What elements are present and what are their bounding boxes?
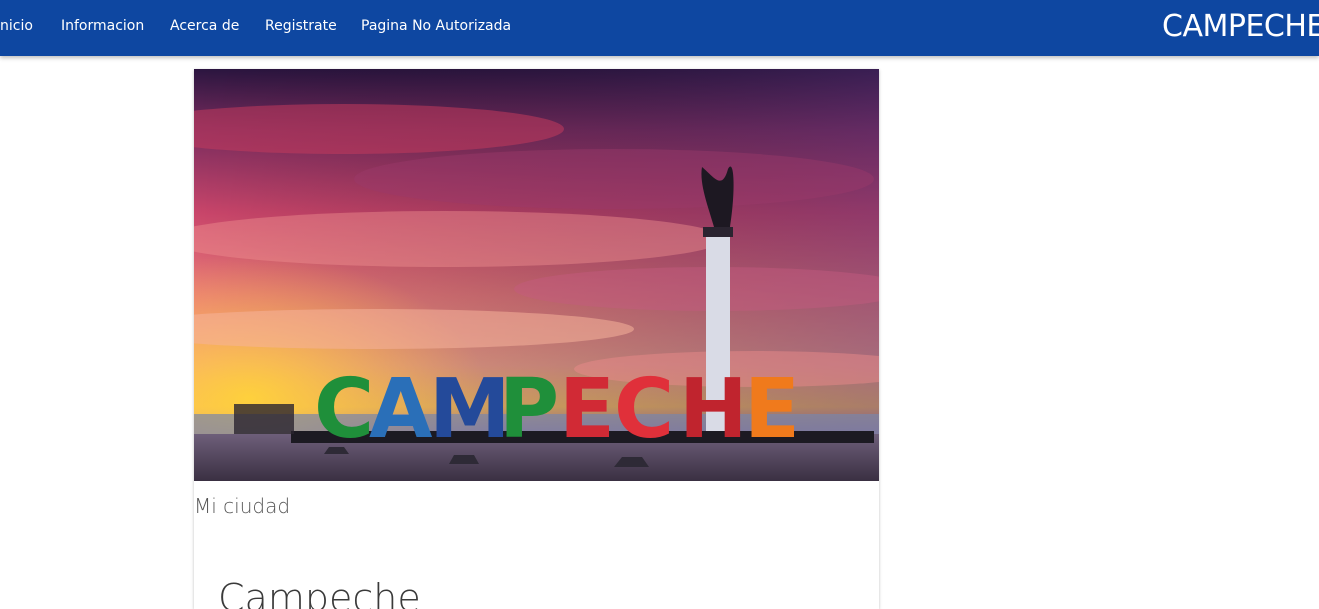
city-card: C A M P E C H E Mi ciudad Campeche (194, 69, 879, 609)
nav-link-inicio[interactable]: nicio (0, 17, 33, 35)
sign-letter-c2: C (614, 362, 674, 457)
sign-letter-p: P (499, 362, 559, 457)
sign-letter-c: C (314, 362, 374, 457)
image-caption: Mi ciudad (194, 494, 291, 518)
nav-link-acerca-de[interactable]: Acerca de (170, 17, 239, 35)
sign-letter-a: A (369, 362, 433, 457)
sign-letter-e2: E (744, 362, 800, 457)
top-navbar: nicio Informacion Acerca de Registrate P… (0, 0, 1319, 56)
nav-link-informacion[interactable]: Informacion (61, 17, 144, 35)
brand-title[interactable]: CAMPECHE (1162, 8, 1319, 46)
card-title: Campeche (218, 576, 421, 609)
campeche-photo: C A M P E C H E (194, 69, 879, 481)
sign-letter-h: H (679, 362, 748, 457)
sign-letter-e: E (559, 362, 615, 457)
nav-link-pagina-no-autorizada[interactable]: Pagina No Autorizada (361, 17, 511, 35)
nav-link-registrate[interactable]: Registrate (265, 17, 337, 35)
